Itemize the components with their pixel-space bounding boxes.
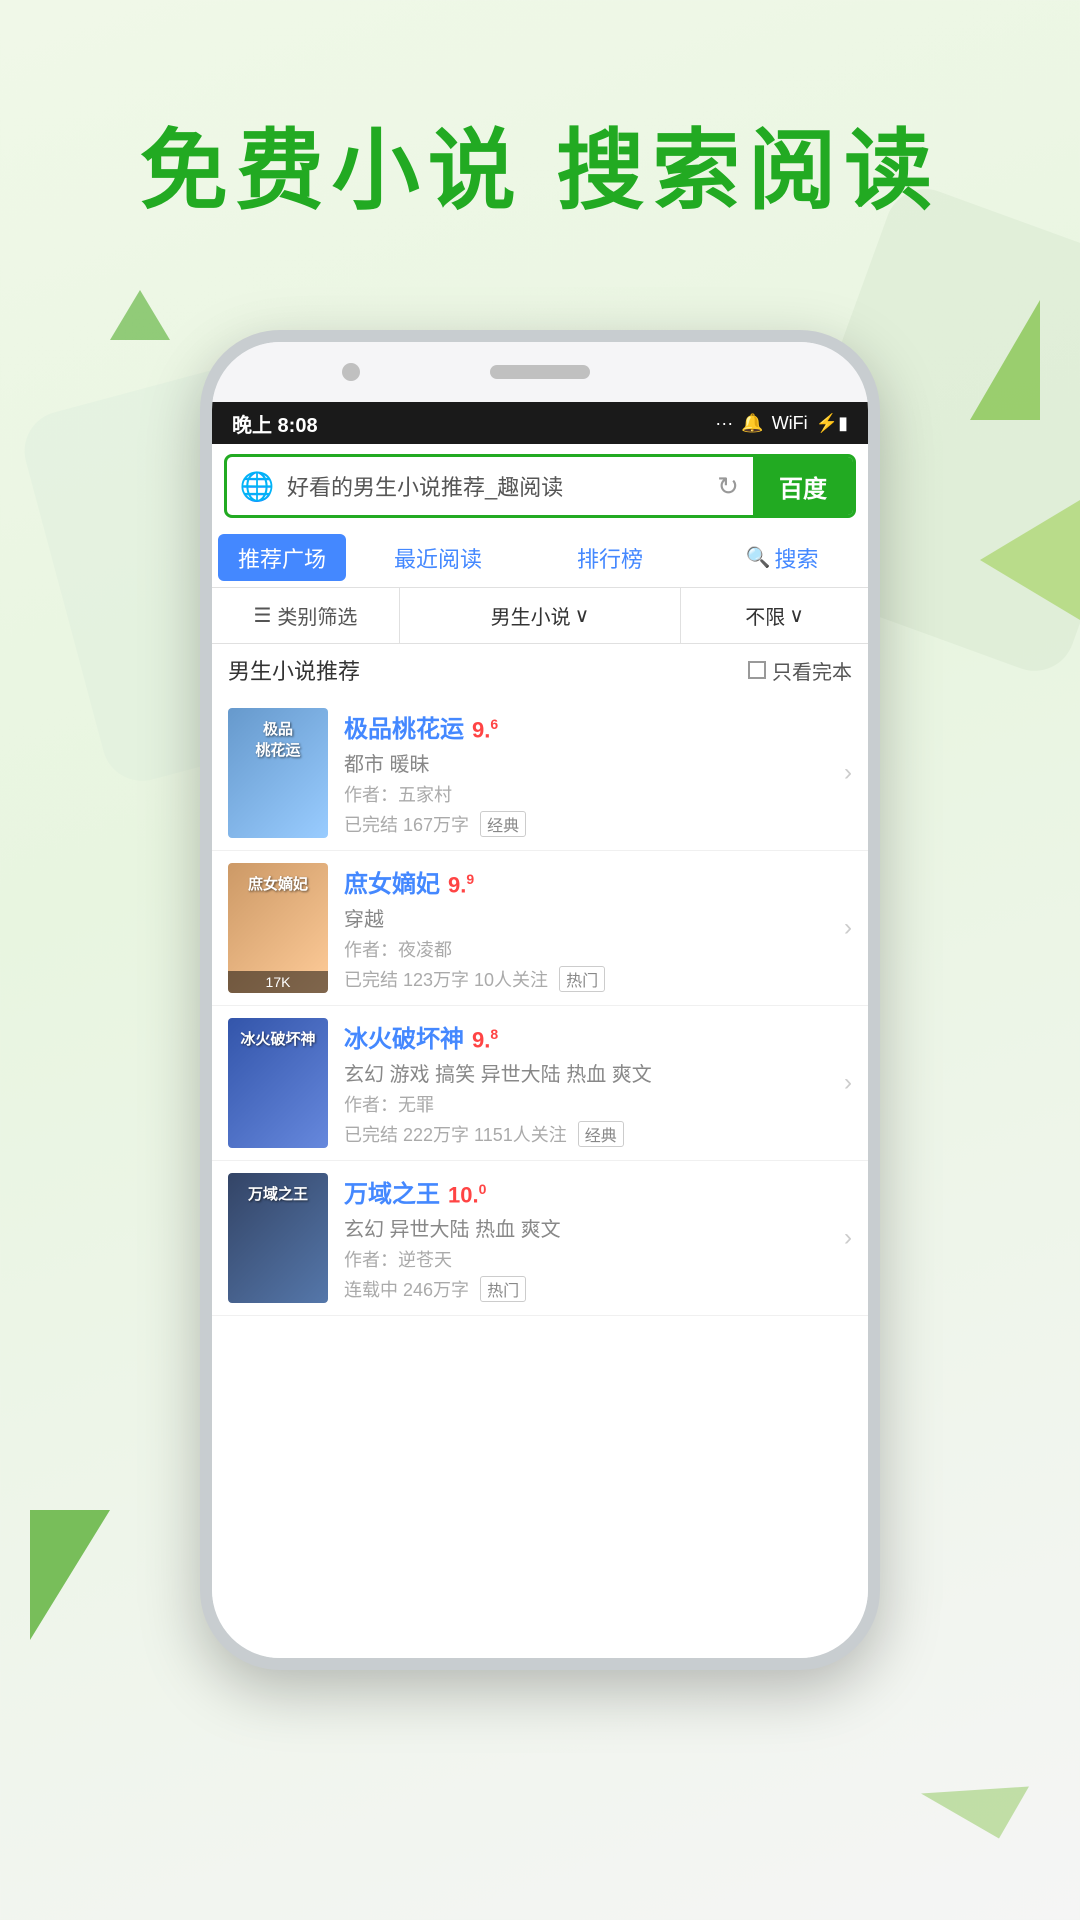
book-genre-1: 都市 暖昧 (344, 748, 852, 777)
book-tag-3: 经典 (578, 1121, 624, 1147)
book-cover-4: 万域之王 (228, 1173, 328, 1303)
book-rating-3: 9.8 (472, 1026, 498, 1053)
cover-title-3: 冰火破坏神 (232, 1028, 324, 1049)
filter-category[interactable]: ☰ 类别筛选 (212, 588, 400, 643)
book-cover-1: 极品桃花运 (228, 708, 328, 838)
section-header: 男生小说推荐 只看完本 (212, 644, 868, 696)
book-info-2: 庶女嫡妃 9.9 穿越 作者：夜凌都 已完结 123万字 10人关注 热门 (344, 864, 852, 992)
arrow-icon-2: › (844, 914, 852, 942)
status-icons: ··· 🔔 WiFi ⚡▮ (715, 413, 848, 434)
book-item-3[interactable]: 冰火破坏神 冰火破坏神 9.8 玄幻 游戏 搞笑 异世大陆 热血 爽文 作者：无… (212, 1006, 868, 1161)
book-stats-3: 已完结 222万字 1151人关注 经典 (344, 1121, 852, 1147)
book-genre-4: 玄幻 异世大陆 热血 爽文 (344, 1213, 852, 1242)
phone-mockup: 晚上 8:08 ··· 🔔 WiFi ⚡▮ 🌐 好看的男生小说推荐_趣阅读 ↻ … (200, 330, 880, 1670)
category-label: 类别筛选 (277, 601, 357, 630)
book-genre-3: 玄幻 游戏 搞笑 异世大陆 热血 爽文 (344, 1058, 852, 1087)
complete-label: 只看完本 (772, 656, 852, 685)
book-author-3: 作者：无罪 (344, 1091, 852, 1117)
book-title-2: 庶女嫡妃 (344, 864, 440, 899)
book-info-3: 冰火破坏神 9.8 玄幻 游戏 搞笑 异世大陆 热血 爽文 作者：无罪 已完结 … (344, 1019, 852, 1147)
filter-limit[interactable]: 不限 ∨ (681, 588, 868, 643)
type-arrow: ∨ (575, 603, 590, 628)
globe-icon: 🌐 (235, 464, 279, 508)
status-time: 晚上 8:08 (232, 409, 318, 438)
book-tag-4: 热门 (480, 1276, 526, 1302)
book-stats-4: 连载中 246万字 热门 (344, 1276, 852, 1302)
complete-checkbox[interactable] (748, 661, 766, 679)
arrow-icon-4: › (844, 1224, 852, 1252)
book-stats-1: 已完结 167万字 经典 (344, 811, 852, 837)
phone-top-bar (212, 342, 868, 402)
limit-label: 不限 (745, 601, 785, 630)
bg-triangle-right (980, 500, 1080, 620)
bg-triangle-small (110, 290, 170, 340)
book-cover-3: 冰火破坏神 (228, 1018, 328, 1148)
tab-search[interactable]: 🔍 搜索 (696, 528, 868, 587)
arrow-icon-3: › (844, 1069, 852, 1097)
battery-icon: ⚡▮ (816, 413, 848, 434)
book-title-3: 冰火破坏神 (344, 1019, 464, 1054)
book-list: 极品桃花运 极品桃花运 9.6 都市 暖昧 作者：五家村 已完结 167万字 经… (212, 696, 868, 1316)
book-author-1: 作者：五家村 (344, 781, 852, 807)
book-tag-2: 热门 (559, 966, 605, 992)
bg-triangle-bottom-right (921, 1742, 1029, 1839)
phone-screen: 晚上 8:08 ··· 🔔 WiFi ⚡▮ 🌐 好看的男生小说推荐_趣阅读 ↻ … (212, 402, 868, 1658)
signal-icon: ··· (715, 413, 733, 434)
phone-speaker (490, 365, 590, 379)
filter-type[interactable]: 男生小说 ∨ (400, 588, 681, 643)
baidu-button[interactable]: 百度 (753, 454, 853, 518)
book-stats-2: 已完结 123万字 10人关注 热门 (344, 966, 852, 992)
book-tag-1: 经典 (480, 811, 526, 837)
tab-recommended[interactable]: 推荐广场 (218, 534, 346, 581)
book-title-1: 极品桃花运 (344, 709, 464, 744)
status-bar: 晚上 8:08 ··· 🔔 WiFi ⚡▮ (212, 402, 868, 444)
cover-title-2: 庶女嫡妃 (232, 873, 324, 894)
bg-triangle-top-right (970, 300, 1040, 420)
book-item-2[interactable]: 庶女嫡妃 17K 庶女嫡妃 9.9 穿越 作者：夜凌都 已完结 123万字 10… (212, 851, 868, 1006)
arrow-icon-1: › (844, 759, 852, 787)
book-genre-2: 穿越 (344, 903, 852, 932)
section-title: 男生小说推荐 (228, 654, 360, 686)
refresh-icon[interactable]: ↻ (703, 461, 753, 511)
book-rating-1: 9.6 (472, 716, 498, 743)
bg-triangle-bottom-left (30, 1510, 110, 1640)
mute-icon: 🔔 (741, 413, 763, 434)
cover-title-1: 极品桃花运 (232, 718, 324, 760)
search-tab-icon: 🔍 (746, 545, 771, 570)
book-rating-2: 9.9 (448, 871, 474, 898)
tab-ranking[interactable]: 排行榜 (524, 528, 696, 587)
book-item-4[interactable]: 万域之王 万域之王 10.0 玄幻 异世大陆 热血 爽文 作者：逆苍天 连载中 … (212, 1161, 868, 1316)
page-title: 免费小说 搜索阅读 (0, 100, 1080, 227)
book-cover-2: 庶女嫡妃 17K (228, 863, 328, 993)
complete-filter[interactable]: 只看完本 (748, 656, 852, 685)
tab-bar: 推荐广场 最近阅读 排行榜 🔍 搜索 (212, 528, 868, 588)
cover-brand-2: 17K (228, 971, 328, 993)
book-info-4: 万域之王 10.0 玄幻 异世大陆 热血 爽文 作者：逆苍天 连载中 246万字… (344, 1174, 852, 1302)
limit-arrow: ∨ (789, 603, 804, 628)
filter-icon: ☰ (253, 603, 271, 628)
tab-recent[interactable]: 最近阅读 (352, 528, 524, 587)
book-rating-4: 10.0 (448, 1181, 486, 1208)
phone-camera (342, 363, 360, 381)
filter-bar: ☰ 类别筛选 男生小说 ∨ 不限 ∨ (212, 588, 868, 644)
search-bar[interactable]: 🌐 好看的男生小说推荐_趣阅读 ↻ 百度 (224, 454, 856, 518)
book-info-1: 极品桃花运 9.6 都市 暖昧 作者：五家村 已完结 167万字 经典 (344, 709, 852, 837)
book-author-2: 作者：夜凌都 (344, 936, 852, 962)
book-author-4: 作者：逆苍天 (344, 1246, 852, 1272)
wifi-icon: WiFi (772, 413, 808, 434)
type-label: 男生小说 (491, 601, 571, 630)
book-item-1[interactable]: 极品桃花运 极品桃花运 9.6 都市 暖昧 作者：五家村 已完结 167万字 经… (212, 696, 868, 851)
cover-title-4: 万域之王 (232, 1183, 324, 1204)
search-input-text[interactable]: 好看的男生小说推荐_趣阅读 (287, 470, 703, 502)
book-title-4: 万域之王 (344, 1174, 440, 1209)
